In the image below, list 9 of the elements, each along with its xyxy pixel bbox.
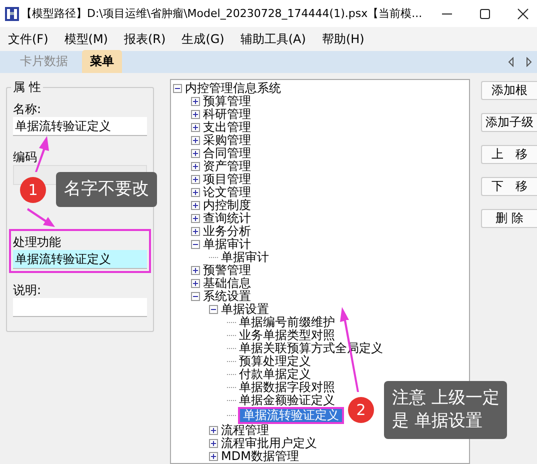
- group-title: 属 性: [11, 79, 43, 96]
- field-label: 说明:: [13, 283, 42, 298]
- window-title: 【模型路径】D:\项目运维\省肿瘤\Model_20230728_174444(1).psx【当前模...: [21, 6, 424, 21]
- tooltip-text: 注意 上级一定: [392, 387, 500, 410]
- tooltip-text: 是 单据设置: [392, 410, 484, 433]
- field-label: 处理功能: [13, 235, 62, 250]
- field-label: 编码: [13, 150, 38, 165]
- tooltip-text: 名字不要改: [64, 178, 149, 201]
- field-label: 名称:: [13, 102, 42, 117]
